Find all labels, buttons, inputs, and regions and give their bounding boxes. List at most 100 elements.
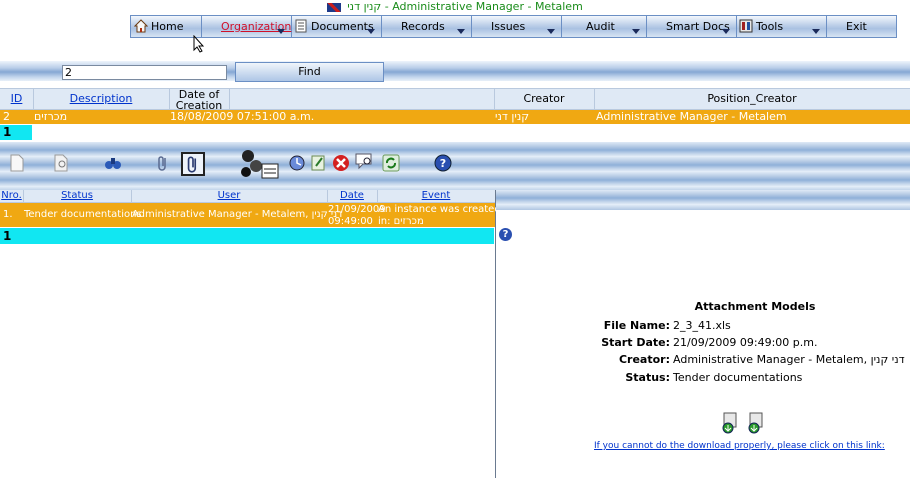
chevron-down-icon <box>367 29 375 34</box>
menu-documents-label: Documents <box>311 20 374 33</box>
cell-position: Administrative Manager - Metalem <box>596 110 787 123</box>
col-creator-label: Creator <box>523 92 565 105</box>
cell-status: Tender documentations <box>24 209 142 220</box>
history-icon[interactable] <box>288 154 306 172</box>
col-description-header[interactable]: Description <box>33 89 170 109</box>
cell-date-line2: 09:49:00 <box>328 216 373 227</box>
table-row[interactable]: 2 מכרזים 18/08/2009 07:51:00 a.m. קנין ד… <box>0 110 910 124</box>
menu-records-label: Records <box>401 20 445 33</box>
col-spacer-header <box>229 89 495 109</box>
help-icon[interactable]: ? <box>434 154 452 172</box>
status-value: Tender documentations <box>673 371 803 384</box>
start-date-value: 21/09/2009 09:49:00 p.m. <box>673 336 818 349</box>
creator-row: Creator: <box>560 353 670 367</box>
col-date-header-2[interactable]: Date <box>327 190 378 202</box>
download-alt-icon[interactable] <box>746 412 766 434</box>
table-row[interactable]: 1. Tender documentations Administrative … <box>0 203 501 227</box>
user-title-text: קנין דני - Administrative Manager - Meta… <box>347 0 583 13</box>
cell-id: 2 <box>3 110 10 123</box>
col-date-header: Date of Creation <box>169 88 230 112</box>
col-event-label[interactable]: Event <box>422 190 451 201</box>
download-help-link[interactable]: If you cannot do the download properly, … <box>594 441 885 451</box>
svg-text:?: ? <box>440 157 446 170</box>
menu-smart-docs-label: Smart Docs <box>666 20 730 33</box>
grid2-pager[interactable]: 1 <box>0 228 494 244</box>
col-event-header[interactable]: Event <box>377 190 495 202</box>
paperclip-icon <box>187 156 197 173</box>
menu-audit[interactable]: Audit <box>561 16 647 37</box>
col-status-header[interactable]: Status <box>23 190 132 202</box>
new-document-icon[interactable] <box>8 154 26 172</box>
status-label: Status: <box>625 371 670 384</box>
cell-event-line2: in: מכרזים <box>378 216 424 227</box>
creator-value: Administrative Manager - Metalem, דני קנ… <box>673 353 905 366</box>
right-panel-band <box>496 190 910 210</box>
attachment-selected-button[interactable] <box>181 152 205 176</box>
home-icon <box>133 19 149 33</box>
col-nro-label[interactable]: Nro. <box>1 190 22 201</box>
col-position-label: Position_Creator <box>707 92 797 105</box>
find-button[interactable]: Find <box>235 62 384 82</box>
workflow-icon[interactable] <box>238 148 282 182</box>
col-id-label[interactable]: ID <box>11 92 23 105</box>
menu-tools-label: Tools <box>756 20 784 33</box>
edit-icon[interactable] <box>310 154 328 172</box>
menu-records[interactable]: Records <box>381 16 472 37</box>
menu-audit-label: Audit <box>586 20 615 33</box>
col-user-header[interactable]: User <box>131 190 328 202</box>
status-row: Status: <box>560 371 670 385</box>
menu-organization[interactable]: Organization <box>201 16 292 37</box>
file-name-value: 2_3_41.xls <box>673 319 731 332</box>
chevron-down-icon <box>722 29 730 34</box>
chevron-down-icon <box>277 29 285 34</box>
download-icon[interactable] <box>720 412 740 434</box>
attachment-icon[interactable] <box>154 154 172 172</box>
cell-nro: 1. <box>3 209 13 220</box>
refresh-icon[interactable] <box>382 154 400 172</box>
cell-event-line1: An instance was created <box>378 204 501 215</box>
search-input[interactable] <box>62 65 227 80</box>
file-name-label: File Name: <box>603 319 670 332</box>
col-nro-header[interactable]: Nro. <box>0 190 24 202</box>
col-date-label-2[interactable]: Date <box>340 190 364 201</box>
file-name-row: File Name: <box>560 319 670 333</box>
col-date-label: Date of Creation <box>175 88 223 112</box>
creator-label: Creator: <box>618 353 670 366</box>
help-icon[interactable]: ? <box>499 228 512 241</box>
start-date-row: Start Date: <box>560 336 670 350</box>
chevron-down-icon <box>547 29 555 34</box>
col-user-label[interactable]: User <box>218 190 241 201</box>
window-title: קנין דני - Administrative Manager - Meta… <box>0 0 910 14</box>
delete-icon[interactable] <box>332 154 350 172</box>
col-creator-header: Creator <box>494 89 595 109</box>
col-position-header: Position_Creator <box>594 89 910 109</box>
cell-creator: קנין דני <box>495 110 530 123</box>
menu-smart-docs[interactable]: Smart Docs <box>646 16 737 37</box>
cell-date-line1: 21/09/2009 <box>328 204 386 215</box>
menu-documents[interactable]: Documents <box>291 16 382 37</box>
cell-date: 18/08/2009 07:51:00 a.m. <box>170 110 315 123</box>
attachment-title: Attachment Models <box>694 300 816 313</box>
action-toolbar: ? <box>0 142 910 190</box>
grid1-pager[interactable]: 1 <box>0 125 32 140</box>
tools-icon <box>739 19 753 33</box>
col-status-label[interactable]: Status <box>61 190 93 201</box>
menu-home[interactable]: Home <box>131 16 202 37</box>
menu-issues-label: Issues <box>491 20 526 33</box>
col-description-label[interactable]: Description <box>70 92 133 105</box>
comment-icon[interactable] <box>355 152 373 170</box>
menu-home-label: Home <box>151 20 184 33</box>
menu-exit-label: Exit <box>846 20 867 33</box>
menu-tools[interactable]: Tools <box>736 16 827 37</box>
grid1-header: ID Description Date of Creation Creator … <box>0 88 910 112</box>
binoculars-icon[interactable] <box>104 154 122 172</box>
documents-icon <box>294 19 308 33</box>
menu-issues[interactable]: Issues <box>471 16 562 37</box>
cell-description: מכרזים <box>34 110 68 123</box>
uk-flag-icon[interactable] <box>327 2 342 12</box>
view-document-icon[interactable] <box>52 154 70 172</box>
col-id-header[interactable]: ID <box>0 89 34 109</box>
chevron-down-icon <box>632 29 640 34</box>
mouse-cursor-icon <box>193 35 205 53</box>
menu-exit[interactable]: Exit <box>826 16 896 37</box>
